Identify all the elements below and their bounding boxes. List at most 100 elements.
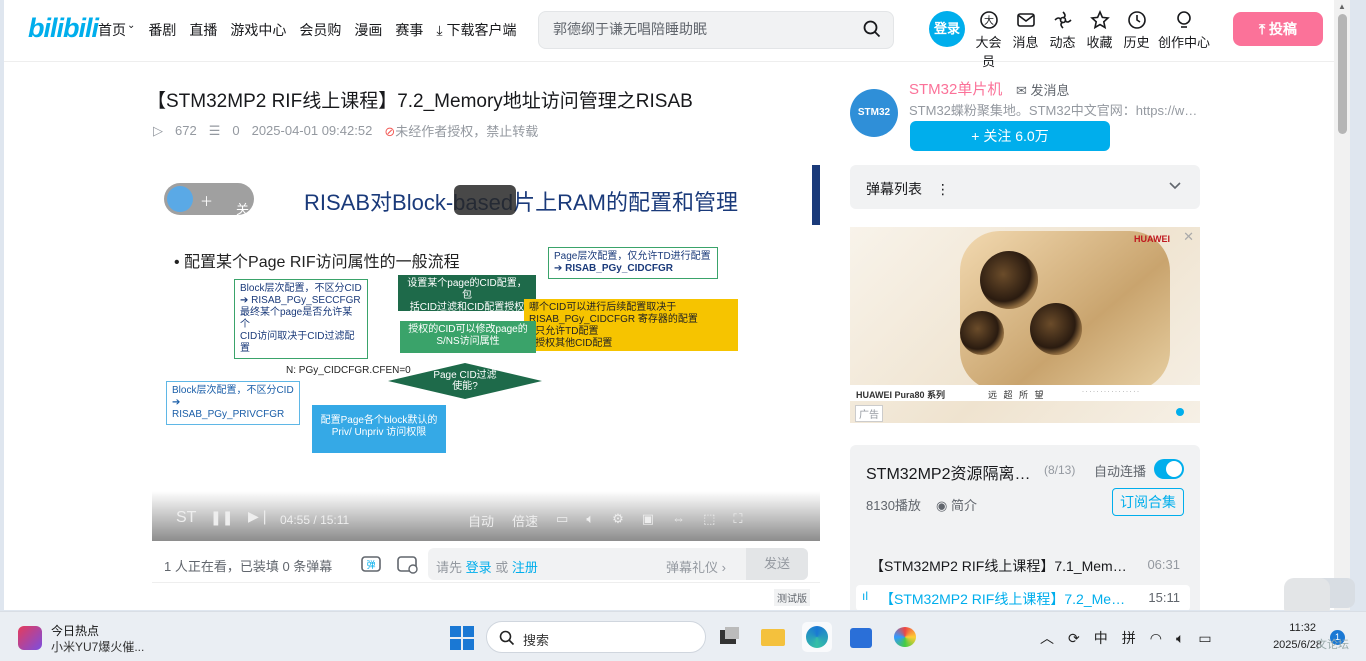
history-label: 历史 xyxy=(1123,35,1150,50)
slide-text: CID访问取决于CID过滤配置 xyxy=(240,331,355,354)
speed-button[interactable]: 倍速 xyxy=(512,511,538,530)
fullscreen-icon[interactable]: ⛶ xyxy=(733,511,742,530)
paint-icon[interactable] xyxy=(890,622,920,652)
sync-icon[interactable]: ⟳ xyxy=(1068,630,1080,647)
message-button[interactable]: 消息 xyxy=(1007,10,1044,70)
quality-button[interactable]: 自动 xyxy=(468,511,494,530)
nav-mall[interactable]: 会员购 xyxy=(299,20,341,40)
player-follow-button[interactable]: ＋ 关注 xyxy=(164,183,254,236)
mini-player-controls[interactable] xyxy=(454,185,516,215)
autoplay-toggle[interactable] xyxy=(1154,459,1184,479)
video-player[interactable]: RISAB对Block-based片上RAM的配置和管理 ＋ 关注 • 配置某个… xyxy=(152,165,820,541)
up-name[interactable]: STM32单片机 xyxy=(909,78,1002,99)
up-description: STM32蝶粉聚集地。STM32中文官网：https://www.stmcu.c… xyxy=(909,103,1201,118)
next-icon[interactable]: ▶❘ xyxy=(248,508,271,525)
upload-button[interactable]: ⤒ 投稿 xyxy=(1233,12,1323,46)
collection-panel: STM32MP2资源隔离框架RIF (8/13) 自动连播 8130播放 ◉ 简… xyxy=(850,445,1200,610)
wifi-icon[interactable]: ◠ xyxy=(1150,630,1162,647)
page-scrollbar[interactable]: ▲ ▼ xyxy=(1334,0,1350,610)
favorite-button[interactable]: 收藏 xyxy=(1081,10,1118,70)
nav-home[interactable]: 首页 xyxy=(98,20,126,40)
settings-icon[interactable]: ⚙ xyxy=(612,511,624,530)
autoplay-label: 自动连播 xyxy=(1094,464,1147,479)
player-right-controls: 自动 倍速 ▭ 🔈︎ ⚙ ▣ ⇔ ⬚ ⛶ xyxy=(468,511,743,530)
search-input[interactable] xyxy=(553,21,843,37)
search-box xyxy=(538,11,894,49)
history-icon xyxy=(1127,11,1146,29)
danmaku-input[interactable]: 请先 登录 或 注册 弹幕礼仪 › 发送 xyxy=(428,548,808,580)
nav-bangumi[interactable]: 番剧 xyxy=(148,20,176,40)
nav-download[interactable]: ⤓ 下载客户端 xyxy=(436,20,516,40)
file-explorer-icon[interactable] xyxy=(758,622,788,652)
slide-accent-bar xyxy=(812,165,820,225)
chevron-down-icon[interactable] xyxy=(1168,179,1182,196)
login-button[interactable]: 登录 xyxy=(929,11,965,47)
windows-taskbar: 今日热点 小米YU7爆火催... 搜索 ︿ ⟳ 中 拼 ◠ 🔈︎ ▭ 11:32… xyxy=(0,611,1366,661)
vip-button[interactable]: 大 大会员 xyxy=(970,10,1007,70)
up-avatar[interactable]: STM32 xyxy=(850,89,898,137)
ime-mode[interactable]: 中 xyxy=(1094,628,1108,648)
send-message-label: 发消息 xyxy=(1030,83,1070,98)
pause-icon[interactable]: ❚❚ xyxy=(210,509,233,526)
more-icon[interactable]: ⋮ xyxy=(936,181,950,197)
volume-icon[interactable]: 🔈︎ xyxy=(586,511,594,530)
webfullscreen-icon[interactable]: ⬚ xyxy=(703,511,715,530)
win-tile xyxy=(450,639,461,650)
subscribe-collection-button[interactable]: 订阅合集 xyxy=(1112,488,1184,516)
win-tile xyxy=(463,639,474,650)
episode-item-active[interactable]: ıl 【STM32MP2 RIF线上课程】7.2_Memory地址访问管理之RI… xyxy=(856,585,1190,610)
slide-text: ➔ RISAB_PGy_PRIVCFGR xyxy=(172,397,285,420)
chevron-down-icon[interactable]: ⌄ xyxy=(127,20,135,40)
follow-button[interactable]: + 关注 6.0万 xyxy=(910,121,1110,151)
bilibili-logo[interactable]: bilibili xyxy=(28,13,99,44)
close-icon[interactable]: ✕ xyxy=(1183,229,1194,245)
taskbar-search[interactable]: 搜索 xyxy=(486,621,706,653)
collection-title[interactable]: STM32MP2资源隔离框架RIF xyxy=(866,460,1034,484)
danmaku-toggle-icon[interactable]: 弹 xyxy=(360,553,384,578)
battery-icon[interactable]: ▭ xyxy=(1198,630,1211,647)
send-button[interactable]: 发送 xyxy=(746,548,808,580)
ad-strip: HUAWEI Pura80 系列 远 超 所 望 · · · · · · · ·… xyxy=(850,385,1200,401)
nav-match[interactable]: 赛事 xyxy=(395,20,423,40)
scrollbar-thumb[interactable] xyxy=(1338,14,1347,134)
widescreen-icon[interactable]: ⇔ xyxy=(672,511,685,530)
clock-date: 2025/6/28 xyxy=(1273,639,1322,651)
tray-expand-icon[interactable]: ︿ xyxy=(1040,628,1054,648)
history-button[interactable]: 历史 xyxy=(1118,10,1155,70)
volume-mute-icon[interactable]: 🔈︎ xyxy=(1176,630,1184,647)
episode-item[interactable]: 【STM32MP2 RIF线上课程】7.1_Memory地址访问管理之RISAF… xyxy=(856,552,1190,578)
top-header: bilibili 首页 ⌄ 番剧 直播 游戏中心 会员购 漫画 赛事 ⤓ 下载客户… xyxy=(4,0,1350,69)
subtitle-icon[interactable]: ▭ xyxy=(556,511,568,530)
danmaku-settings-icon[interactable] xyxy=(396,553,420,578)
pip-icon[interactable]: ▣ xyxy=(642,511,654,530)
danmaku-list-panel[interactable]: 弹幕列表 ⋮ xyxy=(850,165,1200,209)
store-icon[interactable] xyxy=(846,622,876,652)
creator-label: 创作中心 xyxy=(1157,35,1210,50)
ime-pinyin[interactable]: 拼 xyxy=(1122,628,1136,648)
windows-start-icon[interactable] xyxy=(450,626,474,650)
danmaku-login-link[interactable]: 登录 xyxy=(466,560,492,575)
edge-icon[interactable] xyxy=(802,622,832,652)
slide-text: RISAB_PGy_CIDCFGR 寄存器的配置 xyxy=(529,314,698,325)
system-tray: ︿ ⟳ 中 拼 ◠ 🔈︎ ▭ xyxy=(1040,628,1212,648)
up-mini-avatar xyxy=(167,186,193,212)
send-message-button[interactable]: ✉ 发消息 xyxy=(1016,80,1070,99)
scroll-up-arrow[interactable]: ▲ xyxy=(1338,2,1346,11)
collection-intro-button[interactable]: ◉ 简介 xyxy=(936,495,977,514)
ad-banner[interactable]: HUAWEI ✕ HUAWEI Pura80 系列 远 超 所 望 · · · … xyxy=(850,227,1200,423)
ad-carousel-dot[interactable] xyxy=(1176,408,1184,416)
playing-icon: ıl xyxy=(862,589,868,603)
search-icon[interactable] xyxy=(863,20,881,41)
dynamic-button[interactable]: 动态 xyxy=(1044,10,1081,70)
taskview-shape xyxy=(725,627,739,639)
nav-game[interactable]: 游戏中心 xyxy=(230,20,286,40)
slide-bullet: • 配置某个Page RIF访问属性的一般流程 xyxy=(174,254,460,271)
danmaku-etiquette-link[interactable]: 弹幕礼仪 › xyxy=(666,557,726,576)
nav-manga[interactable]: 漫画 xyxy=(354,20,382,40)
danmaku-register-link[interactable]: 注册 xyxy=(512,560,538,575)
taskview-icon[interactable] xyxy=(716,622,746,652)
creator-button[interactable]: 创作中心 xyxy=(1155,10,1213,70)
taskbar-search-label: 搜索 xyxy=(523,633,550,648)
nav-live[interactable]: 直播 xyxy=(189,20,217,40)
message-icon xyxy=(1016,13,1035,27)
